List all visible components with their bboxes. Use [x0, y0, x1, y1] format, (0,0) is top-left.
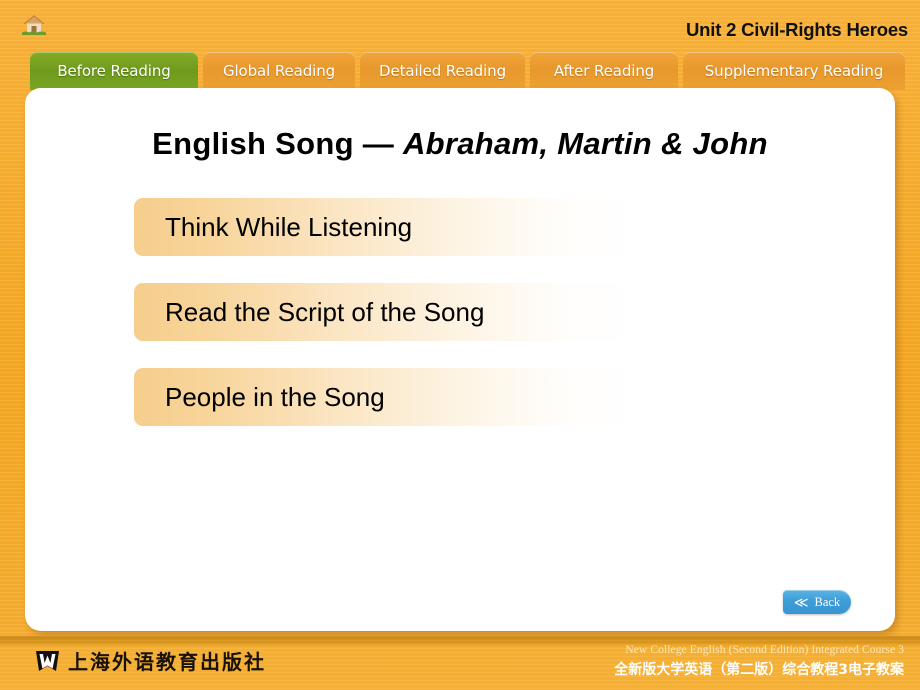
slide-footer: 上海外语教育出版社 New College English (Second Ed…: [0, 636, 920, 690]
slide-header: Unit 2 Civil-Rights Heroes: [0, 0, 920, 48]
tab-label: Detailed Reading: [379, 62, 506, 80]
course-title-chinese: 全新版大学英语（第二版）综合教程3电子教案: [614, 662, 904, 678]
course-info: New College English (Second Edition) Int…: [614, 644, 904, 679]
home-icon[interactable]: [20, 11, 48, 37]
tab-before-reading[interactable]: Before Reading: [30, 52, 198, 90]
tab-label: Before Reading: [57, 62, 171, 80]
content-panel: English Song — Abraham, Martin & John Th…: [25, 88, 895, 631]
menu-item-label: Think While Listening: [165, 211, 413, 242]
back-button-label: Back: [814, 594, 841, 609]
tab-detailed-reading[interactable]: Detailed Reading: [360, 52, 525, 90]
publisher-name: 上海外语教育出版社: [68, 650, 266, 674]
slide-heading-plain: English Song —: [152, 126, 403, 161]
tab-global-reading[interactable]: Global Reading: [203, 52, 355, 90]
publisher-logo-icon: [34, 647, 61, 674]
slide-heading: English Song — Abraham, Martin & John: [25, 126, 895, 162]
menu-item-label: People in the Song: [165, 381, 385, 412]
tab-label: Global Reading: [222, 62, 336, 80]
menu-item-label: Read the Script of the Song: [165, 296, 485, 327]
tab-supplementary-reading[interactable]: Supplementary Reading: [683, 52, 905, 90]
slide-heading-song-name: Abraham, Martin & John: [402, 126, 768, 161]
back-button[interactable]: ≪ Back: [783, 590, 851, 614]
course-title-english: New College English (Second Edition) Int…: [625, 644, 904, 656]
topic-menu: Think While Listening Read the Script of…: [134, 198, 834, 453]
tab-label: Supplementary Reading: [704, 62, 884, 80]
menu-item-think-while-listening[interactable]: Think While Listening: [134, 198, 704, 256]
tab-after-reading[interactable]: After Reading: [530, 52, 678, 90]
publisher-branding: 上海外语教育出版社: [34, 646, 266, 675]
tab-label: After Reading: [553, 62, 655, 80]
menu-item-people-in-the-song[interactable]: People in the Song: [134, 368, 704, 426]
menu-item-read-the-script[interactable]: Read the Script of the Song: [134, 283, 704, 341]
double-chevron-left-icon: ≪: [793, 593, 809, 610]
page-title: Unit 2 Civil-Rights Heroes: [686, 19, 908, 40]
presentation-slide: Unit 2 Civil-Rights Heroes Before Readin…: [0, 0, 920, 690]
navigation-tabs: Before Reading Global Reading Detailed R…: [0, 52, 920, 90]
